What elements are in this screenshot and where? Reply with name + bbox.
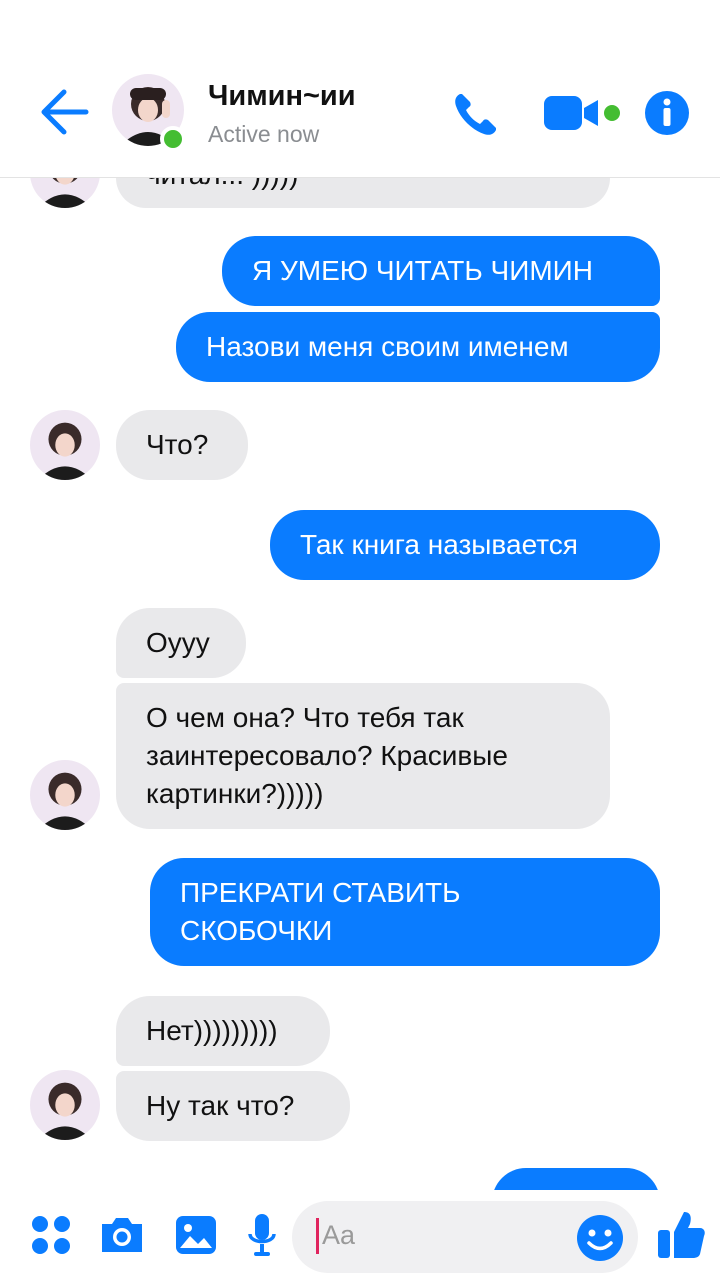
message-bubble-incoming[interactable]: Ну так что? [116, 1071, 350, 1141]
emoji-icon[interactable] [576, 1214, 624, 1262]
chat-header: Чимин~ии Active now [0, 0, 720, 178]
message-bubble-outgoing[interactable]: Назови меня своим именем [176, 312, 660, 382]
apps-icon[interactable] [30, 1214, 72, 1256]
contact-name[interactable]: Чимин~ии [208, 80, 356, 113]
video-active-dot [604, 105, 620, 121]
message-bubble-incoming[interactable]: Нет))))))))) [116, 996, 330, 1066]
back-arrow-icon[interactable] [36, 86, 92, 138]
message-bubble-outgoing[interactable]: ПРЕКРАТИ СТАВИТЬ СКОБОЧКИ [150, 858, 660, 966]
message-bubble-outgoing[interactable] [492, 1168, 660, 1190]
thumbs-up-icon[interactable] [656, 1208, 706, 1260]
contact-avatar-small[interactable] [30, 760, 100, 830]
contact-avatar-small[interactable] [30, 178, 100, 208]
message-bubble-incoming[interactable]: О чем она? Что тебя так заинтересовало? … [116, 683, 610, 829]
message-bubble-outgoing[interactable]: Я УМЕЮ ЧИТАТЬ ЧИМИН [222, 236, 660, 306]
info-icon[interactable] [644, 90, 690, 136]
text-cursor [316, 1218, 319, 1254]
contact-avatar-small[interactable] [30, 410, 100, 480]
message-bubble-incoming[interactable]: Оууу [116, 608, 246, 678]
message-bubble-incoming[interactable]: Что? [116, 410, 248, 480]
online-status-dot [160, 126, 186, 152]
video-call-icon[interactable] [544, 92, 602, 134]
gallery-icon[interactable] [174, 1214, 218, 1256]
message-bubble-incoming[interactable]: читал... ))))) [116, 178, 610, 208]
microphone-icon[interactable] [246, 1212, 278, 1258]
contact-avatar-small[interactable] [30, 1070, 100, 1140]
message-bubble-outgoing[interactable]: Так книга называется [270, 510, 660, 580]
contact-status: Active now [208, 121, 320, 147]
message-input-placeholder: Aa [322, 1220, 356, 1250]
camera-icon[interactable] [98, 1214, 146, 1256]
message-thread[interactable]: читал... ))))) Я УМЕЮ ЧИТАТЬ ЧИМИН Назов… [0, 178, 720, 1190]
phone-call-icon[interactable] [450, 88, 502, 140]
